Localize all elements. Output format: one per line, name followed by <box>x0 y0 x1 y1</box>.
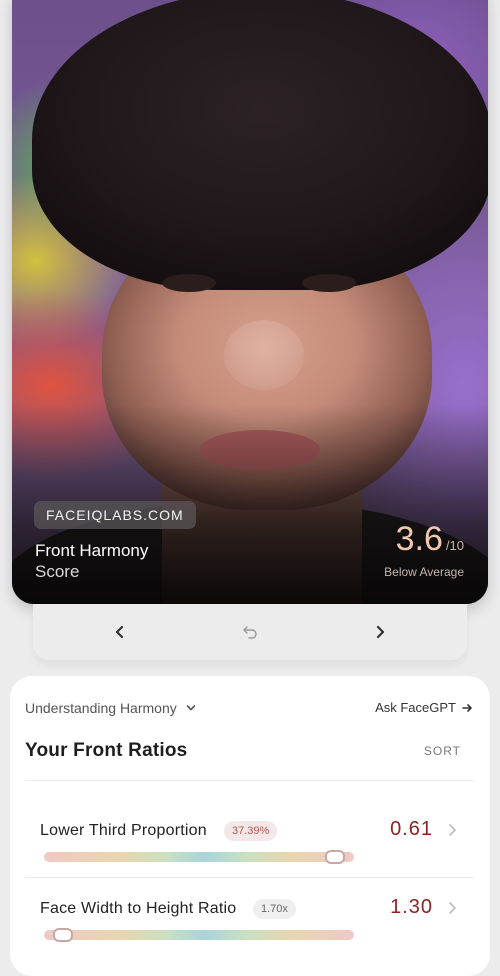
score-value: 3.6/10 <box>396 520 464 558</box>
chevron-right-icon <box>449 824 456 836</box>
ratio-badge: 1.70x <box>253 899 296 919</box>
undo-icon <box>243 626 257 639</box>
score-verdict: Below Average <box>384 565 464 579</box>
chevron-left-icon <box>115 625 124 639</box>
ratio-bar-handle <box>325 850 345 864</box>
ratio-label: Face Width to Height Ratio <box>40 900 237 917</box>
ratios-panel: Understanding Harmony Ask FaceGPT Your F… <box>10 676 490 976</box>
previous-button[interactable] <box>108 620 132 644</box>
next-button[interactable] <box>368 620 392 644</box>
photo-eye-left <box>162 274 216 292</box>
understanding-dropdown[interactable]: Understanding Harmony <box>25 700 196 716</box>
chevron-down-icon <box>186 705 196 711</box>
ask-facegpt-label: Ask FaceGPT <box>375 700 456 715</box>
section-title: Your Front Ratios <box>25 740 188 761</box>
face-photo-card: FACEIQLABS.COM Front Harmony Score 3.6/1… <box>12 0 488 604</box>
chevron-right-icon <box>449 902 456 914</box>
ratio-value: 1.30 <box>390 896 433 918</box>
watermark-badge: FACEIQLABS.COM <box>34 501 196 529</box>
score-number: 3.6 <box>395 520 443 558</box>
ratio-bar-handle <box>53 928 73 942</box>
ratio-badge: 37.39% <box>224 821 278 841</box>
ratio-label: Lower Third Proportion <box>40 822 207 839</box>
sort-button[interactable]: SORT <box>424 744 461 758</box>
photo-nose <box>224 320 304 390</box>
photo-hair <box>32 0 488 290</box>
divider <box>25 877 474 878</box>
chevron-right-icon <box>376 625 385 639</box>
ratio-bar <box>44 850 354 864</box>
carousel-nav <box>33 604 467 660</box>
divider <box>25 780 474 781</box>
score-max: /10 <box>445 538 464 553</box>
score-subtitle: Score <box>35 562 80 581</box>
arrow-right-icon <box>462 703 472 712</box>
understanding-label: Understanding Harmony <box>25 700 177 716</box>
ask-facegpt-link[interactable]: Ask FaceGPT <box>375 700 473 715</box>
ratio-value: 0.61 <box>390 818 433 840</box>
undo-button[interactable] <box>238 620 262 644</box>
photo-eye-right <box>302 274 356 292</box>
score-title: Front Harmony <box>35 541 149 560</box>
ratio-bar <box>44 928 354 942</box>
